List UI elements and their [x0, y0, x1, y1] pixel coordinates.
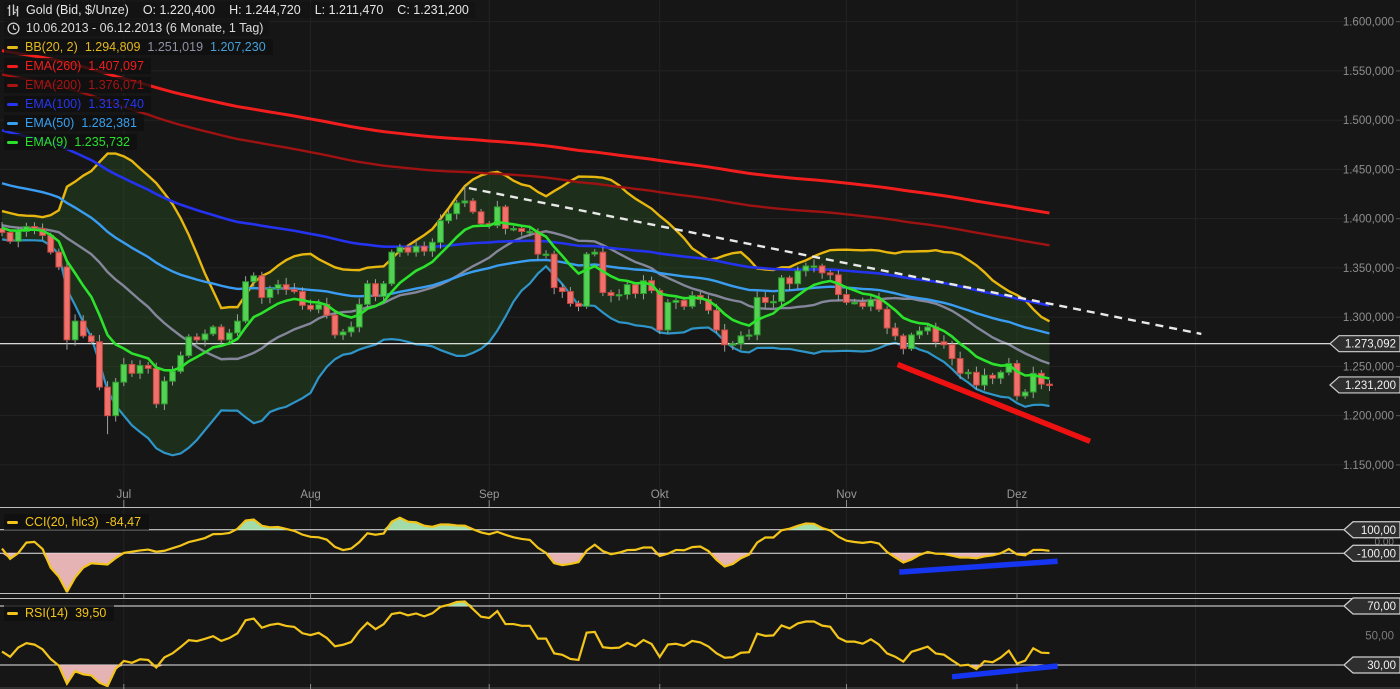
price-axis-label: 1.400,000 [1343, 214, 1394, 226]
cci-level-tag[interactable]: -100,00 [1344, 545, 1400, 561]
rsi-axis-label: 50,00 [1365, 631, 1394, 643]
price-axis-label: 1.350,000 [1343, 263, 1394, 275]
price-axis-label: 1.600,000 [1343, 17, 1394, 29]
price-axis-label: 1.550,000 [1343, 66, 1394, 78]
price-tag-text: 1.273,092 [1345, 339, 1396, 351]
cci-level-tag-text: 100,00 [1361, 525, 1396, 537]
cci-level-tag-text: -100,00 [1357, 548, 1396, 560]
rsi-level-tag-text: 30,00 [1367, 660, 1396, 672]
price-axis-label: 1.250,000 [1343, 361, 1394, 373]
month-axis-label: Sep [479, 489, 499, 501]
chart-canvas[interactable]: 1.600,000 1.550,000 1.500,000 1.450,000 1.40… [0, 0, 1400, 689]
rsi-level-tag[interactable]: 30,00 [1344, 657, 1400, 673]
price-axis-label: 1.150,000 [1343, 460, 1394, 472]
price-axis-label: 1.300,000 [1343, 312, 1394, 324]
price-tag-text: 1.231,200 [1345, 380, 1396, 392]
rsi-level-tag[interactable]: 70,00 [1344, 598, 1400, 614]
month-axis-label: Nov [836, 489, 857, 501]
month-axis-label: Dez [1007, 489, 1028, 501]
month-axis-label: Okt [651, 489, 670, 501]
trading-chart-window: 1.600,000 1.550,000 1.500,000 1.450,000 1.40… [0, 0, 1400, 689]
price-axis-label: 1.450,000 [1343, 164, 1394, 176]
price-tag[interactable]: 1.231,200 [1330, 377, 1400, 393]
rsi-level-tag-text: 70,00 [1367, 601, 1396, 613]
price-axis-label: 1.500,000 [1343, 115, 1394, 127]
month-axis-label: Jul [116, 489, 131, 501]
month-axis-label: Aug [300, 489, 320, 501]
cci-level-tag[interactable]: 100,00 [1344, 522, 1400, 538]
price-tag[interactable]: 1.273,092 [1330, 336, 1400, 352]
price-axis-label: 1.200,000 [1343, 411, 1394, 423]
